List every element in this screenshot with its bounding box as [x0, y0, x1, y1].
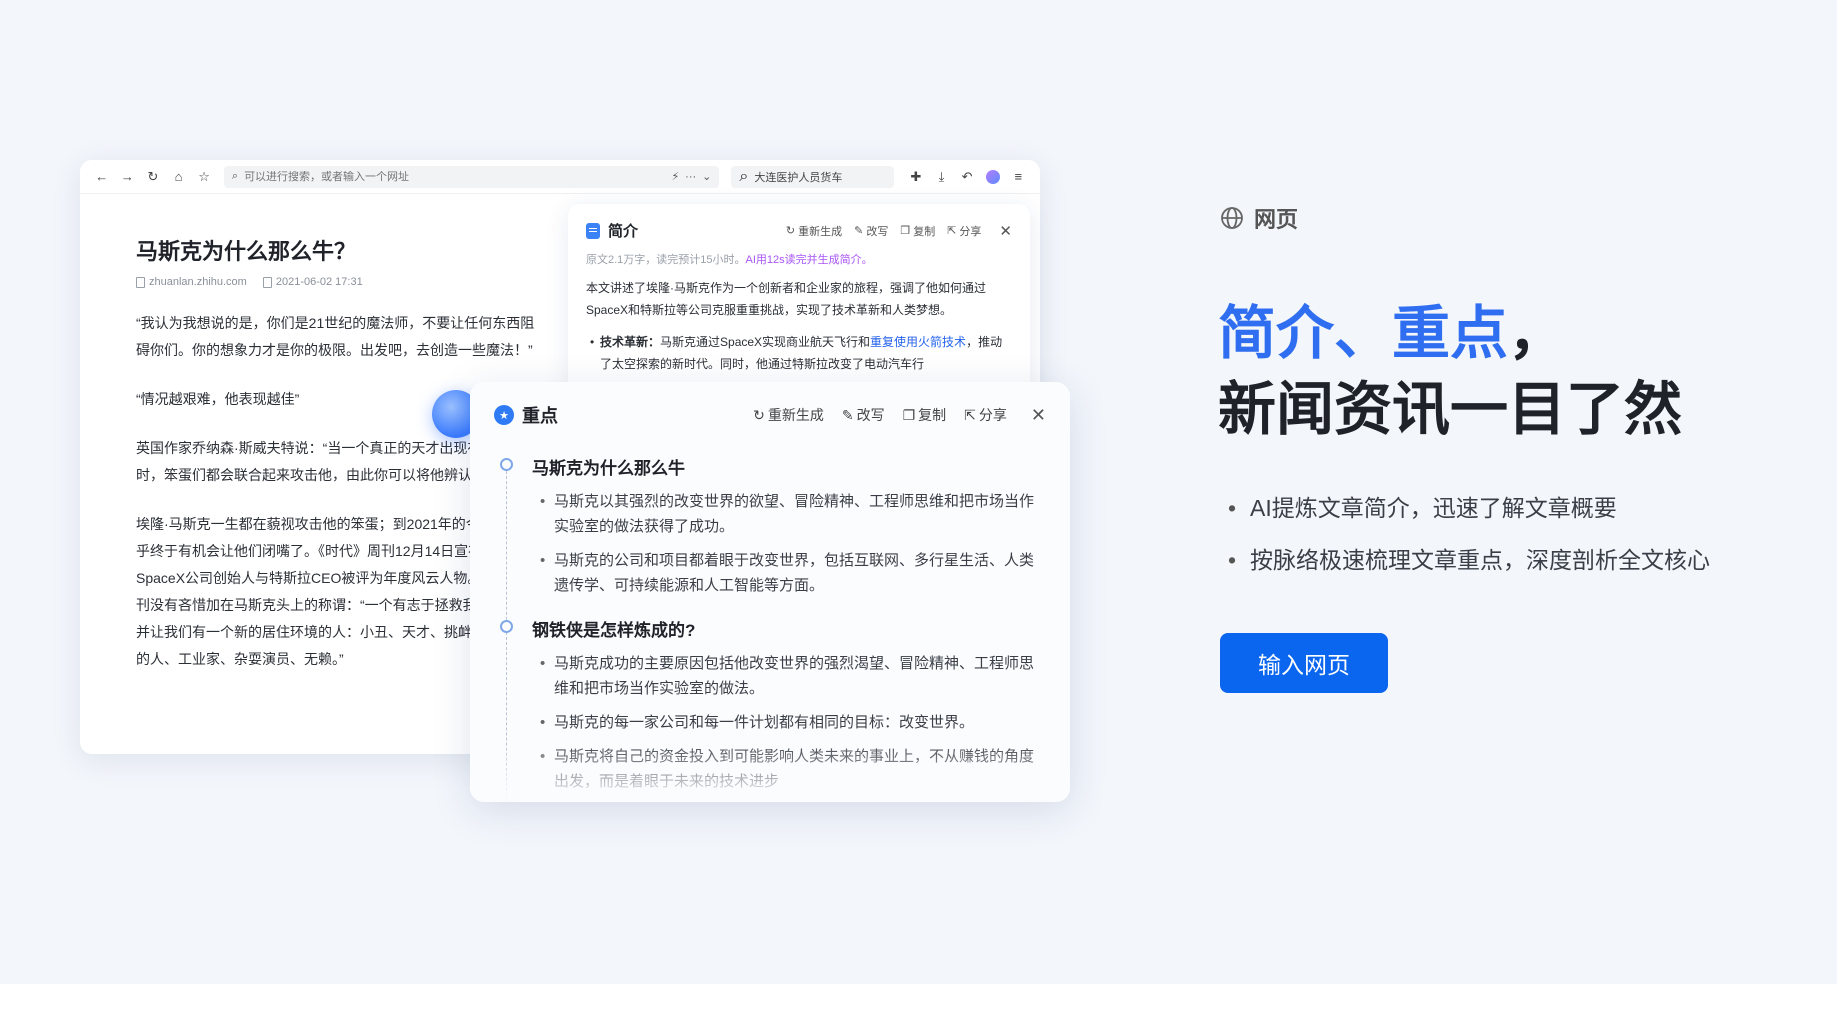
keypoints-actions: ↻ 重新生成 ✎ 改写 ❐ 复制 ⇱ 分享 ✕ — [753, 405, 1046, 426]
summary-bullet: 技术革新：马斯克通过SpaceX实现商业航天飞行和重复使用火箭技术，推动了太空探… — [586, 331, 1012, 375]
summary-link[interactable]: 重复使用火箭技术 — [870, 335, 966, 349]
list-item: 马斯克的公司和项目都着眼于改变世界，包括互联网、多行星生活、人类遗传学、可持续能… — [532, 548, 1046, 598]
category-label: 网页 — [1254, 207, 1299, 232]
copy-icon: ❐ — [900, 225, 911, 237]
extension-icon[interactable]: ✚ — [906, 167, 926, 187]
magic-wand-icon: ✎ — [841, 406, 854, 423]
share-button[interactable]: ⇱ 分享 — [964, 405, 1007, 425]
undo-icon[interactable]: ↶ — [957, 167, 977, 187]
regenerate-button[interactable]: ↻ 重新生成 — [753, 405, 824, 425]
list-item: 马斯克成功的主要原因包括他改变世界的强烈渴望、冒险精神、工程师思维和把市场当作实… — [532, 651, 1046, 701]
timeline-dot — [500, 620, 513, 633]
keypoints-title: ★ 重点 — [494, 402, 558, 428]
stage: ← → ↻ ⌂ ☆ ⌕ ⚡ ··· ⌄ ⌕ 大连医护人员货车 ✚ ⤓ ↶ ≡ 马… — [0, 0, 1837, 984]
copy-button[interactable]: ❐ 复制 — [903, 405, 947, 425]
enter-webpage-button[interactable]: 输入网页 — [1220, 633, 1388, 693]
headline: 简介、重点， 新闻资讯一目了然 — [1218, 296, 1682, 448]
share-icon: ⇱ — [964, 406, 976, 423]
magic-wand-icon: ✎ — [854, 225, 864, 237]
keypoint-section: 钢铁侠是怎样炼成的? 马斯克成功的主要原因包括他改变世界的强烈渴望、冒险精神、工… — [494, 616, 1046, 794]
section-heading: 马斯克为什么那么牛 — [532, 459, 685, 478]
headline-line-1: 简介、重点， — [1218, 301, 1567, 366]
list-item: 马斯克以其强烈的改变世界的欲望、冒险精神、工程师思维和把市场当作实验室的做法获得… — [532, 489, 1046, 539]
article-meta: zhuanlan.zhihu.com 2021-06-02 17:31 — [136, 276, 546, 288]
article-paragraph: “我认为我想说的是，你们是21世纪的魔法师，不要让任何东西阻碍你们。你的想象力才… — [136, 315, 535, 358]
ai-assistant-icon[interactable] — [983, 167, 1003, 187]
article-source[interactable]: zhuanlan.zhihu.com — [136, 276, 247, 288]
article-date: 2021-06-02 17:31 — [262, 276, 363, 288]
forward-icon[interactable]: → — [118, 167, 138, 187]
article-title: 马斯克为什么那么牛？ — [136, 239, 357, 264]
close-icon: ✕ — [1030, 404, 1046, 425]
summary-title-text: 简介 — [608, 223, 639, 240]
feature-item: AI提炼文章简介，迅速了解文章概要 — [1228, 482, 1710, 534]
refresh-icon: ↻ — [753, 406, 765, 423]
refresh-icon: ↻ — [785, 225, 796, 237]
lightning-icon[interactable]: ⚡ — [671, 170, 679, 183]
share-button[interactable]: ⇱ 分享 — [947, 223, 981, 239]
copy-button[interactable]: ❐ 复制 — [900, 223, 935, 239]
search-box[interactable]: ⌕ 大连医护人员货车 — [731, 165, 895, 188]
back-icon[interactable]: ← — [92, 167, 112, 187]
summary-card: 简介 ↻ 重新生成 ✎ 改写 ❐ 复制 ⇱ 分享 ✕ 原文2.1万字，读完预计15小时。… — [568, 204, 1030, 394]
document-icon — [586, 222, 600, 239]
ai-note: AI用12s读完并生成简介。 — [745, 254, 873, 266]
keypoints-header: ★ 重点 ↻ 重新生成 ✎ 改写 ❐ 复制 ⇱ 分享 ✕ — [494, 402, 1046, 428]
section-heading: 钢铁侠是怎样炼成的? — [532, 621, 696, 640]
search-icon: ⌕ — [739, 167, 749, 185]
copy-icon: ❐ — [902, 406, 916, 423]
rewrite-button[interactable]: ✎ 改写 — [854, 223, 888, 239]
page-icon — [136, 276, 145, 288]
keypoints-card: ★ 重点 ↻重新生成 ✎改写 ❐复制 ⇱分享 ✕ 马斯克为什么那么牛 马斯克以其… — [470, 382, 1070, 802]
rewrite-button[interactable]: ✎ 改写 — [842, 405, 885, 425]
favorite-star-icon[interactable]: ☆ — [194, 167, 214, 187]
summary-body: 本文讲述了埃隆·马斯克作为一个创新者和企业家的旅程，强调了他如何通过SpaceX… — [586, 281, 986, 317]
globe-icon — [1221, 207, 1243, 229]
summary-stats: 原文2.1万字，读完预计15小时。AI用12s读完并生成简介。 — [586, 254, 873, 266]
summary-header: 简介 ↻ 重新生成 ✎ 改写 ❐ 复制 ⇱ 分享 ✕ — [586, 220, 1012, 241]
keypoint-section: 马斯克为什么那么牛 马斯克以其强烈的改变世界的欲望、冒险精神、工程师思维和把市场… — [494, 454, 1046, 598]
summary-actions: ↻ 重新生成 ✎ 改写 ❐ 复制 ⇱ 分享 ✕ — [786, 222, 1012, 240]
download-icon[interactable]: ⤓ — [932, 167, 952, 187]
address-input[interactable] — [244, 170, 666, 183]
address-bar: ⌕ ⚡ ··· ⌄ — [223, 165, 720, 188]
star-icon: ★ — [494, 405, 514, 425]
close-button[interactable]: ✕ — [999, 222, 1012, 240]
chevron-down-icon[interactable]: ⌄ — [702, 170, 711, 183]
search-icon: ⌕ — [231, 170, 239, 182]
summary-title: 简介 — [586, 220, 638, 241]
keypoints-title-text: 重点 — [522, 406, 558, 426]
close-icon: ✕ — [999, 222, 1012, 240]
regenerate-button[interactable]: ↻ 重新生成 — [786, 223, 842, 239]
calendar-icon — [262, 276, 272, 288]
menu-icon[interactable]: ≡ — [1008, 167, 1028, 187]
home-icon[interactable]: ⌂ — [169, 167, 189, 187]
close-button[interactable]: ✕ — [1031, 405, 1046, 426]
headline-line-2: 新闻资讯一目了然 — [1218, 377, 1683, 442]
timeline-dot — [500, 458, 513, 471]
share-icon: ⇱ — [947, 225, 957, 237]
browser-toolbar: ← → ↻ ⌂ ☆ ⌕ ⚡ ··· ⌄ ⌕ 大连医护人员货车 ✚ ⤓ ↶ ≡ — [80, 160, 1040, 194]
more-icon[interactable]: ··· — [685, 171, 696, 183]
list-item: 马斯克将自己的资金投入到可能影响人类未来的事业上，不从赚钱的角度出发，而是着眼于… — [532, 744, 1046, 794]
feature-item: 按脉络极速梳理文章重点，深度剖析全文核心 — [1228, 534, 1710, 586]
list-item: 马斯克的每一家公司和每一件计划都有相同的目标：改变世界。 — [532, 710, 1046, 735]
refresh-icon[interactable]: ↻ — [143, 167, 163, 187]
search-text: 大连医护人员货车 — [754, 171, 843, 184]
category-tag: 网页 — [1220, 202, 1298, 234]
feature-list: AI提炼文章简介，迅速了解文章概要 按脉络极速梳理文章重点，深度剖析全文核心 — [1228, 482, 1710, 586]
